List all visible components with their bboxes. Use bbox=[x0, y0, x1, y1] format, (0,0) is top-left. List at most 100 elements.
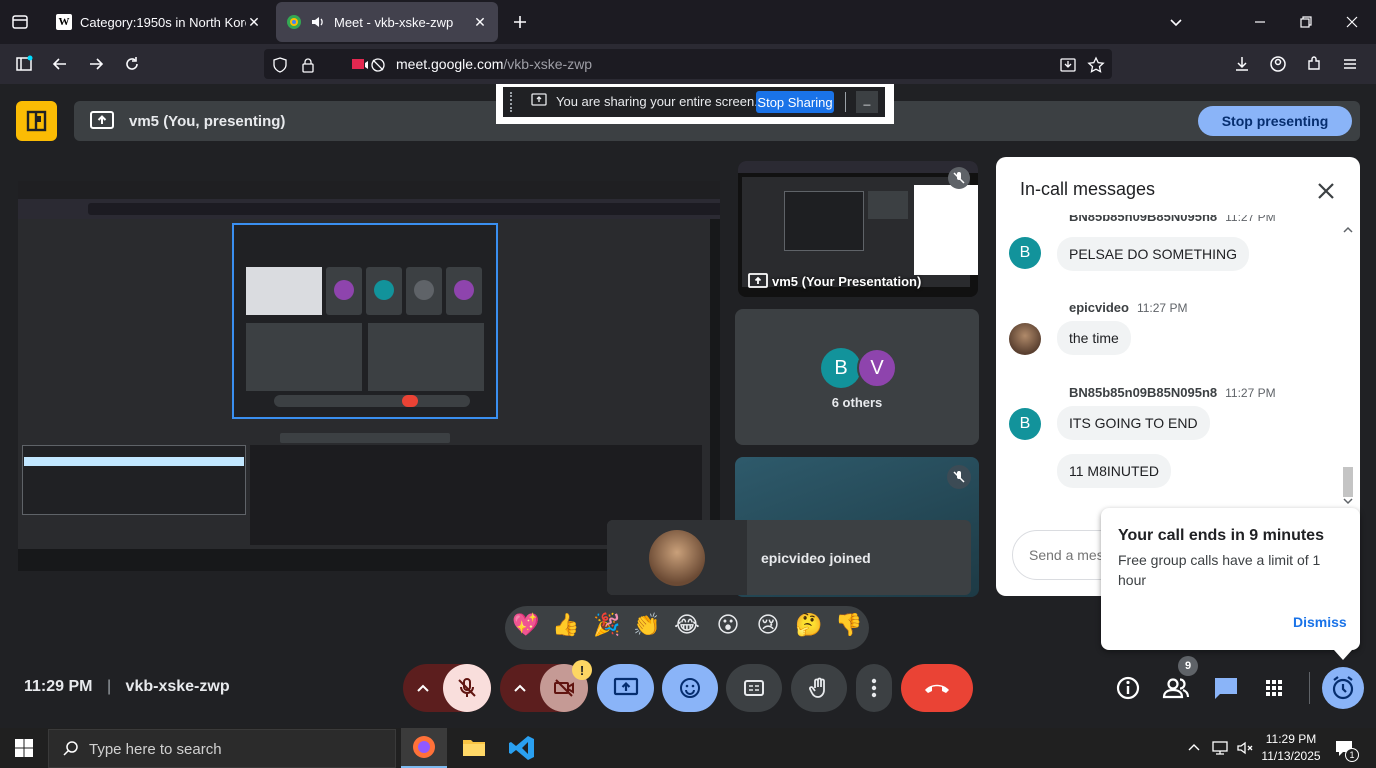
presentation-pin-badge[interactable] bbox=[16, 101, 57, 141]
dismiss-button[interactable]: Dismiss bbox=[1293, 614, 1347, 630]
meeting-details-icon[interactable] bbox=[1112, 672, 1144, 704]
volume-muted-icon[interactable] bbox=[1236, 740, 1254, 756]
message-bubble: the time bbox=[1057, 321, 1131, 355]
restore-icon[interactable] bbox=[1290, 6, 1322, 38]
share-screen-icon bbox=[531, 93, 547, 107]
captions-icon bbox=[744, 680, 764, 696]
autoplay-blocked-icon[interactable] bbox=[362, 49, 394, 81]
speaker-icon[interactable] bbox=[310, 14, 326, 30]
search-icon bbox=[62, 740, 80, 758]
sidebar-icon[interactable] bbox=[8, 48, 40, 80]
reactions-button[interactable] bbox=[662, 664, 718, 712]
forward-icon[interactable] bbox=[80, 48, 112, 80]
taskbar-file-explorer[interactable] bbox=[451, 728, 497, 768]
nested-meet-window bbox=[232, 223, 498, 419]
hide-notice-button[interactable]: _ bbox=[856, 91, 878, 113]
reaction-party-popper[interactable]: 🎉 bbox=[589, 612, 625, 638]
close-window-icon[interactable] bbox=[1336, 6, 1368, 38]
reaction-thumbs-down[interactable]: 👎 bbox=[831, 612, 867, 638]
others-count-label: 6 others bbox=[831, 395, 883, 410]
chat-icon[interactable] bbox=[1210, 672, 1242, 704]
tab-list-icon[interactable] bbox=[4, 6, 36, 38]
present-screen-icon bbox=[613, 677, 638, 696]
present-button[interactable] bbox=[597, 664, 654, 712]
raise-hand-button[interactable] bbox=[791, 664, 847, 712]
reaction-clapping[interactable]: 👏 bbox=[629, 612, 665, 638]
chat-message-list[interactable]: BN85b85n09B85N095n8 11:27 PM B PELSAE DO … bbox=[996, 215, 1360, 505]
camera-off-icon bbox=[554, 679, 574, 697]
participants-count-badge: 9 bbox=[1178, 656, 1198, 676]
mic-toggle-button[interactable] bbox=[443, 664, 491, 712]
camera-options-button[interactable] bbox=[500, 664, 540, 712]
divider bbox=[1309, 672, 1310, 704]
folder-icon bbox=[463, 740, 485, 756]
minimize-icon[interactable] bbox=[1244, 6, 1276, 38]
alarm-clock-icon bbox=[1332, 676, 1354, 700]
back-icon[interactable] bbox=[44, 48, 76, 80]
clock-date: 11/13/2025 bbox=[1261, 749, 1321, 763]
taskbar-firefox[interactable] bbox=[401, 728, 447, 768]
mic-options-button[interactable] bbox=[403, 664, 443, 712]
reaction-thinking[interactable]: 🤔 bbox=[791, 612, 827, 638]
more-vert-icon bbox=[871, 678, 877, 698]
captions-button[interactable] bbox=[726, 664, 782, 712]
hand-icon bbox=[809, 677, 825, 698]
network-icon[interactable] bbox=[1211, 740, 1231, 756]
menu-icon[interactable] bbox=[1334, 48, 1366, 80]
presenting-label: vm5 (You, presenting) bbox=[129, 113, 286, 130]
windows-start-icon[interactable] bbox=[14, 738, 34, 758]
account-icon[interactable] bbox=[1262, 48, 1294, 80]
taskbar-search-placeholder: Type here to search bbox=[89, 741, 222, 758]
notification-count-badge: 1 bbox=[1345, 748, 1359, 762]
bookmark-star-icon[interactable] bbox=[1080, 49, 1112, 81]
call-limit-title: Your call ends in 9 minutes bbox=[1118, 527, 1324, 544]
tab-wikipedia[interactable]: W Category:1950s in North Korea ✕ bbox=[46, 2, 272, 42]
downloads-icon[interactable] bbox=[1226, 48, 1258, 80]
nested-url-bar bbox=[88, 203, 720, 215]
message-sender: BN85b85n09B85N095n8 11:27 PM bbox=[1069, 385, 1276, 400]
new-tab-icon[interactable] bbox=[504, 6, 536, 38]
lock-icon[interactable] bbox=[292, 49, 324, 81]
firefox-icon bbox=[413, 736, 435, 758]
extensions-icon[interactable] bbox=[1298, 48, 1330, 80]
tab-meet[interactable]: Meet - vkb-xske-zwp ✕ bbox=[276, 2, 498, 42]
more-options-button[interactable] bbox=[856, 664, 892, 712]
shared-screen-tile bbox=[18, 181, 720, 571]
timer-button[interactable] bbox=[1322, 667, 1364, 709]
show-hidden-icons-icon[interactable] bbox=[1186, 740, 1202, 756]
call-limit-body: Free group calls have a limit of 1 hour bbox=[1118, 552, 1321, 588]
muted-icon bbox=[947, 465, 971, 489]
join-notification: epicvideo joined bbox=[607, 520, 971, 595]
message-sender: epicvideo 11:27 PM bbox=[1069, 300, 1188, 315]
tab-title: Meet - vkb-xske-zwp bbox=[334, 14, 454, 30]
message-bubble: 11 M8INUTED bbox=[1057, 454, 1171, 488]
meet-icon bbox=[286, 14, 302, 30]
people-icon[interactable] bbox=[1160, 672, 1192, 704]
taskbar-clock[interactable]: 11:29 PM 11/13/2025 bbox=[1258, 731, 1324, 765]
reaction-thumbs-up[interactable]: 👍 bbox=[548, 612, 584, 638]
meeting-code: vkb-xske-zwp bbox=[125, 678, 230, 695]
chat-scrollbar[interactable] bbox=[1342, 223, 1354, 505]
avatar: B bbox=[1009, 408, 1041, 440]
present-screen-icon bbox=[90, 110, 114, 132]
close-icon[interactable] bbox=[1312, 177, 1340, 205]
close-tab-icon[interactable]: ✕ bbox=[246, 14, 262, 31]
end-call-icon bbox=[925, 684, 949, 693]
others-tile[interactable]: B V 6 others bbox=[735, 309, 979, 445]
close-tab-icon[interactable]: ✕ bbox=[472, 14, 488, 31]
reaction-sparkling-heart[interactable]: 💖 bbox=[508, 612, 544, 638]
avatar bbox=[1009, 323, 1041, 355]
reaction-crying[interactable]: 😢 bbox=[750, 612, 786, 638]
drag-handle[interactable] bbox=[510, 92, 513, 112]
chevron-down-icon[interactable] bbox=[1160, 6, 1192, 38]
taskbar-vscode[interactable] bbox=[500, 728, 546, 768]
reaction-surprised[interactable]: 😮 bbox=[710, 612, 746, 638]
leave-call-button[interactable] bbox=[901, 664, 973, 712]
reaction-laughing[interactable]: 😂 bbox=[669, 612, 705, 638]
vscode-icon bbox=[509, 736, 534, 760]
reload-icon[interactable] bbox=[116, 48, 148, 80]
stop-presenting-button[interactable]: Stop presenting bbox=[1198, 106, 1352, 136]
activities-icon[interactable] bbox=[1258, 672, 1290, 704]
stop-sharing-button[interactable]: Stop Sharing bbox=[756, 91, 834, 113]
message-bubble: ITS GOING TO END bbox=[1057, 406, 1210, 440]
